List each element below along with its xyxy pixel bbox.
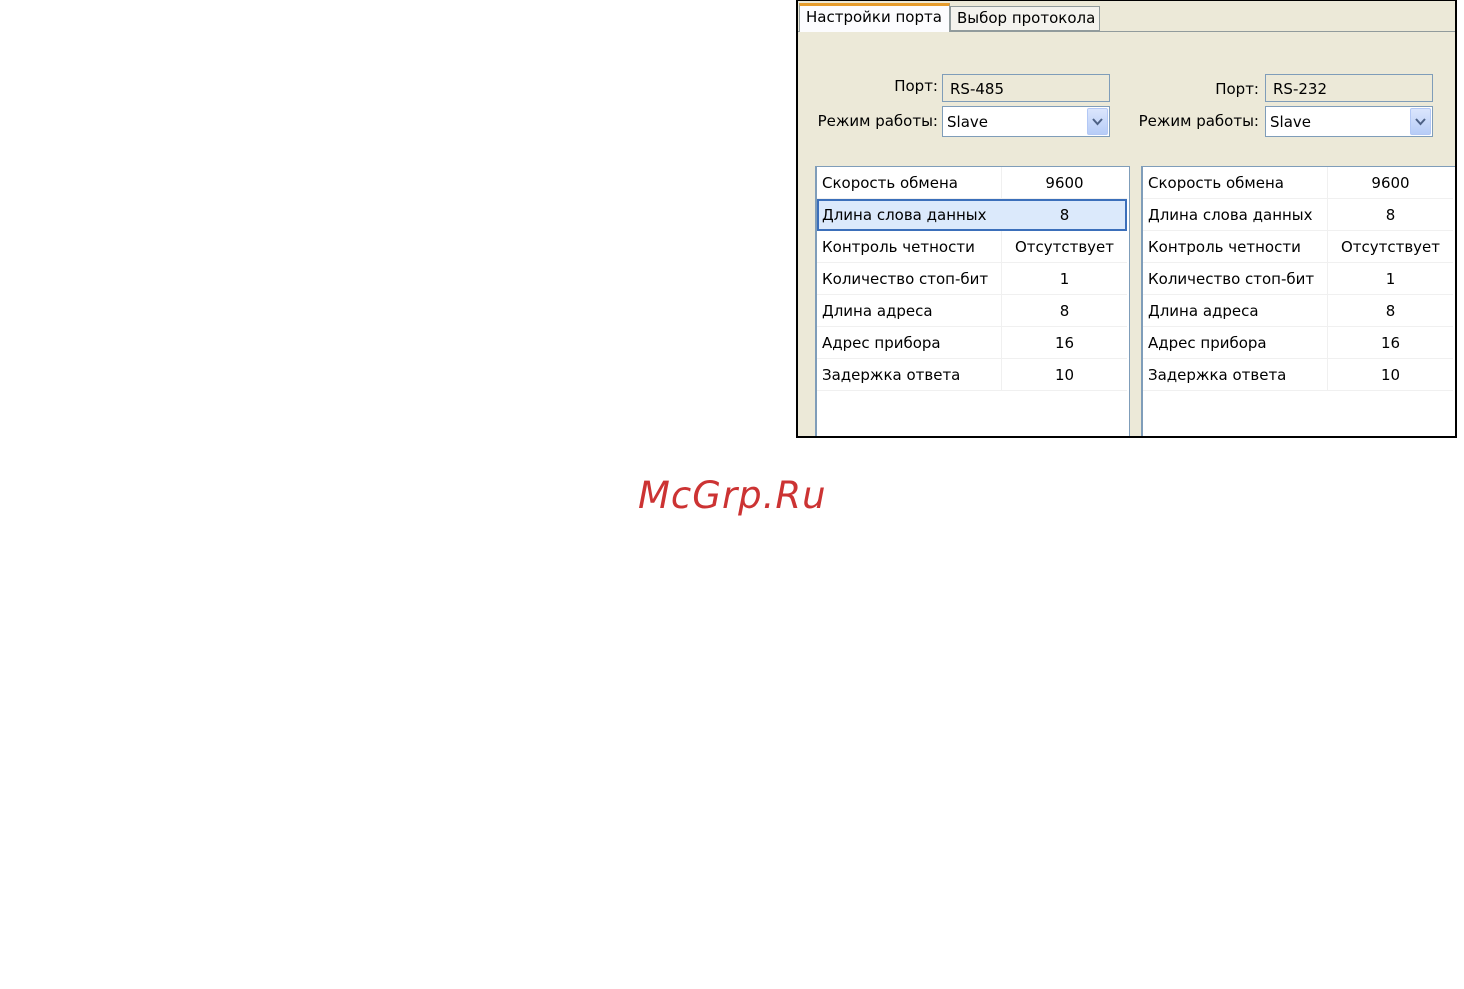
right-mode-value: Slave bbox=[1270, 113, 1311, 131]
left-mode-value: Slave bbox=[947, 113, 988, 131]
param-value[interactable]: 1 bbox=[1002, 270, 1127, 288]
param-value[interactable]: 8 bbox=[1328, 206, 1453, 224]
param-value[interactable]: 16 bbox=[1002, 334, 1127, 352]
param-name: Количество стоп-бит bbox=[1148, 270, 1315, 288]
table-row[interactable]: Задержка ответа 10 bbox=[1143, 359, 1453, 391]
right-port-field: RS-232 bbox=[1265, 74, 1433, 102]
param-name: Адрес прибора bbox=[1148, 334, 1267, 352]
param-name: Контроль четности bbox=[822, 238, 975, 256]
param-name: Задержка ответа bbox=[1148, 366, 1287, 384]
param-value[interactable]: 16 bbox=[1328, 334, 1453, 352]
watermark-text: McGrp.Ru bbox=[638, 474, 827, 517]
table-row[interactable]: Длина слова данных 8 bbox=[1143, 199, 1453, 231]
table-row[interactable]: Количество стоп-бит 1 bbox=[817, 263, 1127, 295]
right-mode-label: Режим работы: bbox=[1138, 112, 1259, 130]
tab-strip: Настройки порта Выбор протокола bbox=[798, 1, 1455, 32]
table-row[interactable]: Адрес прибора 16 bbox=[817, 327, 1127, 359]
right-mode-dropdown-button[interactable] bbox=[1410, 108, 1431, 135]
page: Настройки порта Выбор протокола Порт: RS… bbox=[0, 0, 1464, 989]
table-row[interactable]: Контроль четности Отсутствует bbox=[817, 231, 1127, 263]
param-name: Скорость обмена bbox=[822, 174, 958, 192]
param-value[interactable]: 1 bbox=[1328, 270, 1453, 288]
table-row[interactable]: Количество стоп-бит 1 bbox=[1143, 263, 1453, 295]
right-params-grid: Скорость обмена 9600 Длина слова данных 8 Ко… bbox=[1141, 166, 1455, 436]
chevron-down-icon bbox=[1092, 117, 1103, 125]
param-name: Длина адреса bbox=[1148, 302, 1259, 320]
tab-port-settings[interactable]: Настройки порта bbox=[799, 3, 950, 32]
param-value[interactable]: 9600 bbox=[1328, 174, 1453, 192]
param-value[interactable]: 10 bbox=[1328, 366, 1453, 384]
table-row[interactable]: Длина адреса 8 bbox=[817, 295, 1127, 327]
right-port-label: Порт: bbox=[1215, 80, 1259, 98]
table-row[interactable]: Скорость обмена 9600 bbox=[817, 167, 1127, 199]
param-name: Скорость обмена bbox=[1148, 174, 1284, 192]
left-port-label: Порт: bbox=[894, 77, 938, 95]
param-name: Длина слова данных bbox=[822, 206, 987, 224]
param-name: Длина адреса bbox=[822, 302, 933, 320]
left-mode-select[interactable]: Slave bbox=[942, 106, 1110, 137]
param-name: Количество стоп-бит bbox=[822, 270, 989, 288]
param-name: Адрес прибора bbox=[822, 334, 941, 352]
param-value[interactable]: 8 bbox=[1002, 206, 1127, 224]
table-row[interactable]: Длина слова данных 8 bbox=[817, 199, 1127, 231]
table-row[interactable]: Контроль четности Отсутствует bbox=[1143, 231, 1453, 263]
param-name: Задержка ответа bbox=[822, 366, 961, 384]
param-value[interactable]: 10 bbox=[1002, 366, 1127, 384]
left-params-grid: Скорость обмена 9600 Длина слова данных 8 Ко… bbox=[815, 166, 1130, 436]
param-name: Контроль четности bbox=[1148, 238, 1301, 256]
param-value[interactable]: Отсутствует bbox=[1328, 238, 1453, 256]
param-value[interactable]: 8 bbox=[1002, 302, 1127, 320]
param-value[interactable]: 9600 bbox=[1002, 174, 1127, 192]
left-mode-label: Режим работы: bbox=[817, 112, 938, 130]
param-value[interactable]: Отсутствует bbox=[1002, 238, 1127, 256]
left-mode-dropdown-button[interactable] bbox=[1087, 108, 1108, 135]
table-row[interactable]: Адрес прибора 16 bbox=[1143, 327, 1453, 359]
left-port-field: RS-485 bbox=[942, 74, 1110, 102]
table-row[interactable]: Задержка ответа 10 bbox=[817, 359, 1127, 391]
port-settings-window: Настройки порта Выбор протокола Порт: RS… bbox=[796, 0, 1457, 438]
chevron-down-icon bbox=[1415, 117, 1426, 125]
table-row[interactable]: Длина адреса 8 bbox=[1143, 295, 1453, 327]
param-name: Длина слова данных bbox=[1148, 206, 1313, 224]
table-row[interactable]: Скорость обмена 9600 bbox=[1143, 167, 1453, 199]
param-value[interactable]: 8 bbox=[1328, 302, 1453, 320]
right-mode-select[interactable]: Slave bbox=[1265, 106, 1433, 137]
tab-protocol-selection[interactable]: Выбор протокола bbox=[950, 6, 1100, 31]
